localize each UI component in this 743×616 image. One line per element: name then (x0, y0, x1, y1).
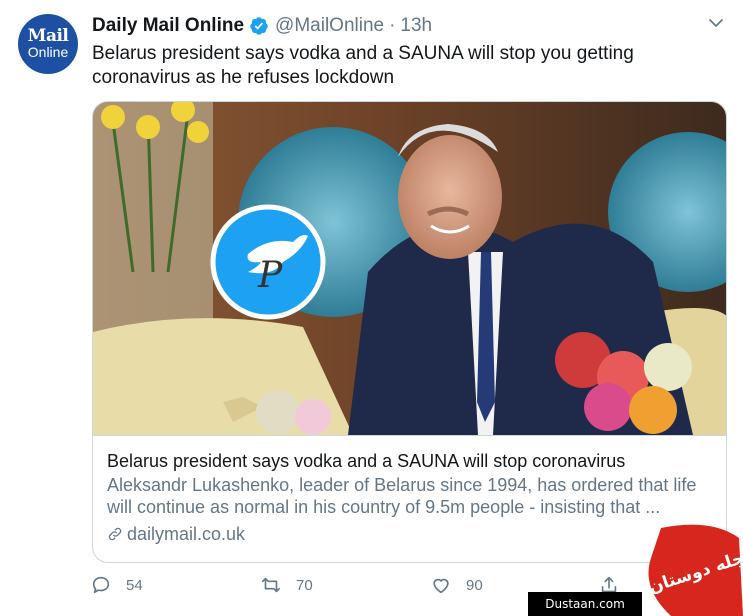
card-link[interactable]: dailymail.co.uk (107, 523, 716, 545)
retweet-button[interactable]: 70 (260, 574, 313, 596)
retweet-count: 70 (296, 576, 313, 594)
avatar[interactable]: Mail Online (18, 14, 78, 74)
svg-text:P: P (257, 255, 283, 296)
tweet-time[interactable]: 13h (400, 15, 432, 37)
watermark-logo: مجله دوستان (646, 524, 743, 616)
tweet-text: Belarus president says vodka and a SAUNA… (92, 43, 634, 88)
like-button[interactable]: 90 (430, 574, 483, 596)
card-domain: dailymail.co.uk (127, 524, 246, 544)
tweet[interactable]: Mail Online Daily Mail Online @MailOnlin… (0, 0, 743, 616)
separator-dot: · (389, 15, 396, 36)
tweet-header: Daily Mail Online @MailOnline · 13h (92, 14, 432, 38)
reply-button[interactable]: 54 (90, 574, 143, 596)
card-photo: P (93, 102, 726, 435)
chevron-down-icon[interactable] (707, 14, 725, 32)
link-card[interactable]: P Belarus president says vodka and a SAU… (92, 101, 727, 563)
avatar-line1: Mail (27, 26, 69, 46)
avatar-line2: Online (27, 44, 69, 60)
verified-badge-icon (250, 17, 268, 35)
link-icon (108, 527, 122, 541)
like-count: 90 (466, 576, 483, 594)
reply-count: 54 (126, 576, 143, 594)
reply-icon (92, 576, 110, 594)
retweet-icon (261, 577, 281, 593)
card-image[interactable]: P (93, 102, 726, 435)
card-title: Belarus president says vodka and a SAUNA… (107, 451, 626, 471)
card-description: Aleksandr Lukashenko, leader of Belarus … (107, 475, 697, 517)
watermark-site: Dustaan.com (528, 592, 642, 616)
author-handle[interactable]: @MailOnline (275, 15, 384, 37)
author-name[interactable]: Daily Mail Online (92, 15, 244, 37)
heart-icon (433, 578, 449, 594)
